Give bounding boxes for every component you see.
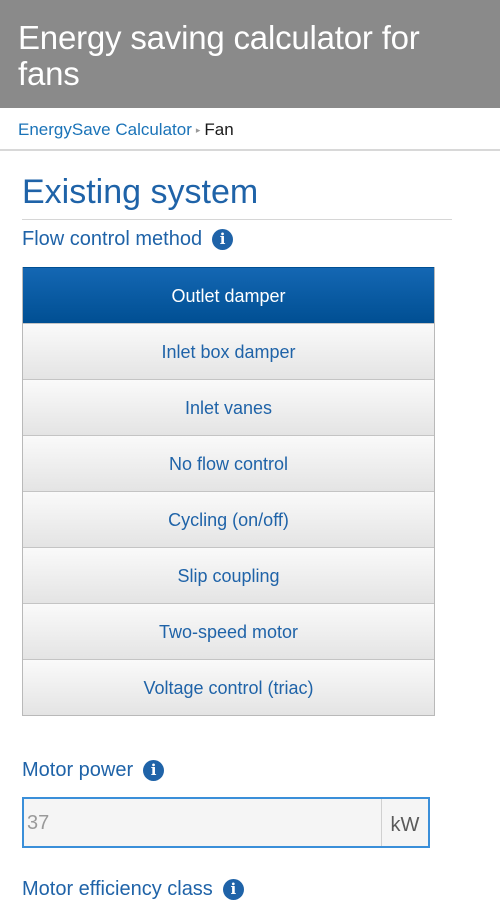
breadcrumb-current: Fan bbox=[204, 120, 234, 139]
option-inlet-box-damper[interactable]: Inlet box damper bbox=[23, 323, 434, 379]
option-two-speed-motor[interactable]: Two-speed motor bbox=[23, 603, 434, 659]
option-slip-coupling[interactable]: Slip coupling bbox=[23, 547, 434, 603]
motor-power-label: Motor power i bbox=[22, 759, 165, 782]
option-cycling[interactable]: Cycling (on/off) bbox=[23, 491, 434, 547]
motor-efficiency-label-text: Motor efficiency class bbox=[22, 878, 213, 900]
section-title: Existing system bbox=[22, 173, 259, 211]
breadcrumb-separator-icon: ▸ bbox=[195, 125, 201, 135]
option-outlet-damper[interactable]: Outlet damper bbox=[23, 267, 434, 323]
unit-label: kW bbox=[381, 799, 428, 846]
flow-control-label: Flow control method i bbox=[22, 228, 234, 251]
app-header: Energy saving calculator for fans bbox=[0, 0, 500, 108]
motor-power-label-text: Motor power bbox=[22, 759, 134, 781]
flow-control-label-text: Flow control method bbox=[22, 228, 203, 250]
option-inlet-vanes[interactable]: Inlet vanes bbox=[23, 379, 434, 435]
motor-power-input[interactable] bbox=[24, 799, 384, 846]
breadcrumb-link-calculator[interactable]: EnergySave Calculator bbox=[18, 120, 192, 139]
option-no-flow-control[interactable]: No flow control bbox=[23, 435, 434, 491]
option-voltage-control[interactable]: Voltage control (triac) bbox=[23, 659, 434, 715]
page-title: Energy saving calculator for fans bbox=[18, 19, 420, 92]
info-icon[interactable]: i bbox=[143, 760, 165, 781]
breadcrumb: EnergySave Calculator ▸ Fan bbox=[0, 108, 500, 151]
motor-efficiency-label: Motor efficiency class i bbox=[22, 878, 244, 901]
info-icon[interactable]: i bbox=[212, 229, 234, 250]
flow-control-options: Outlet damper Inlet box damper Inlet van… bbox=[22, 267, 435, 716]
info-icon[interactable]: i bbox=[222, 879, 244, 900]
section-divider bbox=[22, 219, 452, 220]
motor-power-field: kW bbox=[22, 797, 430, 848]
